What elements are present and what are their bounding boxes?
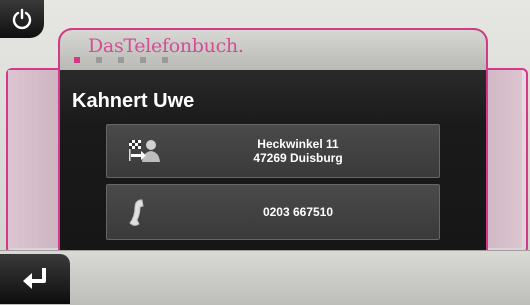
address-button[interactable]: Heckwinkel 11 47269 Duisburg	[106, 124, 440, 178]
page-dot	[74, 57, 80, 63]
navigate-to-address-icon	[127, 138, 161, 169]
page-dot	[162, 57, 168, 63]
address-street: Heckwinkel 11	[257, 137, 339, 151]
page-dot	[140, 57, 146, 63]
contact-name: Kahnert Uwe	[72, 90, 195, 112]
phone-number: 0203 667510	[262, 205, 334, 219]
brand-logo: DasTelefonbuch.	[88, 35, 244, 57]
back-button[interactable]	[0, 254, 70, 304]
panel-header: DasTelefonbuch.	[60, 30, 486, 70]
contact-detail-panel: DasTelefonbuch. Kahnert Uwe Heckwinkel 1…	[58, 28, 488, 252]
power-button[interactable]	[0, 0, 44, 38]
page-dot	[96, 57, 102, 63]
page-dot	[118, 57, 124, 63]
call-button[interactable]: 0203 667510	[106, 184, 440, 240]
address-city: 47269 Duisburg	[253, 151, 343, 165]
panel-body: Kahnert Uwe Heckwinkel 11 47269 Duisburg…	[60, 70, 486, 252]
power-icon	[12, 8, 32, 30]
bottom-toolbar	[0, 250, 530, 305]
phone-handset-icon	[127, 198, 151, 231]
left-side-panel	[8, 70, 58, 248]
back-arrow-icon	[23, 268, 46, 289]
page-indicator	[74, 57, 168, 63]
